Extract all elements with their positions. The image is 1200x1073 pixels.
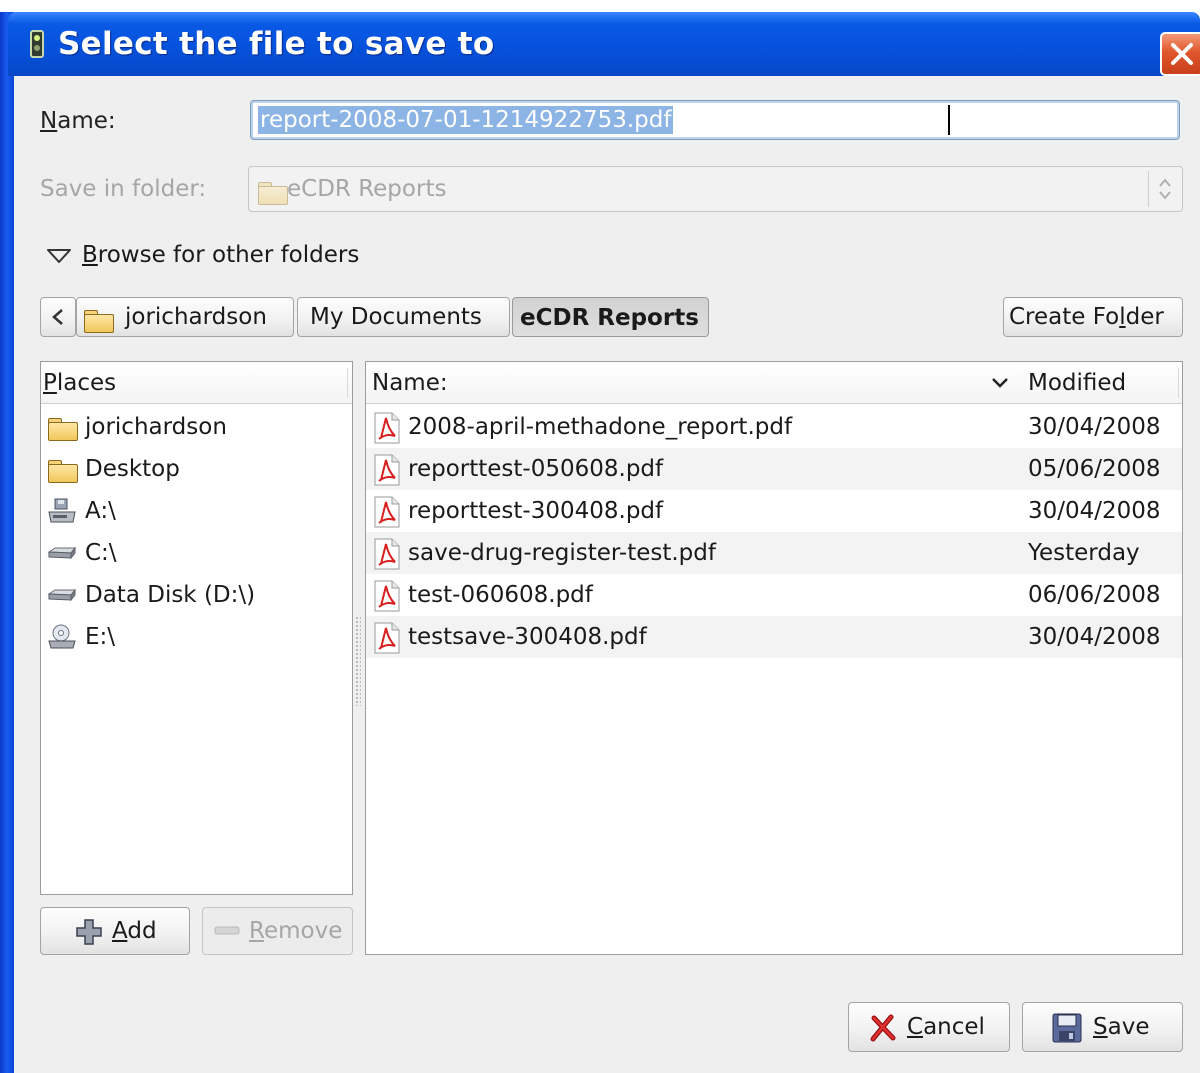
- save-in-folder-label: Save in folder:: [40, 176, 207, 202]
- cancel-button[interactable]: Cancel: [848, 1002, 1010, 1052]
- modified-column-label: Modified: [1028, 370, 1127, 396]
- expander-triangle-icon: [47, 249, 71, 263]
- pdf-file-icon: [374, 580, 400, 612]
- path-segment-ecdr-reports[interactable]: eCDR Reports: [512, 297, 709, 337]
- file-row[interactable]: 2008-april-methadone_report.pdf 30/04/20…: [366, 406, 1182, 448]
- window-title: Select the file to save to: [58, 26, 495, 62]
- folder-icon: [47, 414, 78, 441]
- place-item-desktop[interactable]: Desktop: [41, 448, 352, 490]
- file-name-input[interactable]: report-2008-07-01-1214922753.pdf: [250, 100, 1180, 140]
- path-segment-my-documents[interactable]: My Documents: [297, 297, 510, 337]
- name-column-label: Name:: [372, 370, 448, 396]
- place-item-label: E:\: [85, 624, 116, 650]
- name-column-header[interactable]: Name:: [366, 362, 1019, 404]
- hard-drive-icon: [47, 588, 77, 602]
- floppy-drive-icon: [48, 498, 76, 523]
- path-back-button[interactable]: [40, 297, 76, 337]
- dialog-body: Name: report-2008-07-01-1214922753.pdf S…: [14, 76, 1200, 1073]
- folder-icon: [257, 178, 288, 205]
- close-button[interactable]: [1160, 32, 1200, 76]
- path-segment-label: jorichardson: [125, 304, 267, 330]
- name-label: Name:: [40, 108, 116, 134]
- file-modified: 30/04/2008: [1028, 414, 1161, 440]
- create-folder-button[interactable]: Create Folder: [1003, 297, 1183, 337]
- place-item-c-drive[interactable]: C:\: [41, 532, 352, 574]
- hard-drive-icon: [47, 546, 77, 560]
- file-name: reporttest-050608.pdf: [408, 456, 664, 482]
- column-separator: [347, 368, 348, 398]
- pdf-file-icon: [374, 538, 400, 570]
- file-name-selected-text: report-2008-07-01-1214922753.pdf: [258, 106, 674, 134]
- cdrom-drive-icon: [48, 624, 76, 649]
- place-item-jorichardson[interactable]: jorichardson: [41, 406, 352, 448]
- text-caret: [948, 105, 950, 135]
- path-segment-label: My Documents: [310, 304, 482, 330]
- file-modified: 05/06/2008: [1028, 456, 1161, 482]
- place-item-data-disk[interactable]: Data Disk (D:\): [41, 574, 352, 616]
- place-item-label: A:\: [85, 498, 116, 524]
- cancel-x-icon: [870, 1014, 896, 1042]
- places-panel: Places jorichardson Desktop A:\ C:\ Data…: [40, 361, 353, 895]
- place-item-label: C:\: [85, 540, 117, 566]
- file-name: test-060608.pdf: [408, 582, 593, 608]
- title-bar[interactable]: Select the file to save to: [8, 12, 1200, 76]
- save-button[interactable]: Save: [1022, 1002, 1183, 1052]
- file-name: reporttest-300408.pdf: [408, 498, 664, 524]
- file-row[interactable]: save-drug-register-test.pdf Yesterday: [366, 532, 1182, 574]
- file-name: save-drug-register-test.pdf: [408, 540, 716, 566]
- places-header-label: Places: [43, 370, 117, 396]
- remove-place-label: Remove: [249, 918, 343, 944]
- place-item-label: jorichardson: [85, 414, 227, 440]
- pane-splitter[interactable]: [355, 616, 361, 706]
- file-name: 2008-april-methadone_report.pdf: [408, 414, 793, 440]
- pdf-file-icon: [374, 496, 400, 528]
- floppy-disk-icon: [1052, 1013, 1082, 1043]
- place-item-label: Desktop: [85, 456, 180, 482]
- file-name: testsave-300408.pdf: [408, 624, 647, 650]
- file-row[interactable]: reporttest-300408.pdf 30/04/2008: [366, 490, 1182, 532]
- file-row[interactable]: reporttest-050608.pdf 05/06/2008: [366, 448, 1182, 490]
- modified-column-header[interactable]: Modified: [1014, 362, 1182, 404]
- path-segment-label: eCDR Reports: [520, 305, 699, 331]
- file-row[interactable]: testsave-300408.pdf 30/04/2008: [366, 616, 1182, 658]
- cancel-label: Cancel: [907, 1014, 985, 1040]
- save-label: Save: [1093, 1014, 1150, 1040]
- add-place-label: Add: [112, 918, 157, 944]
- place-item-label: Data Disk (D:\): [85, 582, 256, 608]
- browse-folders-label: Browse for other folders: [82, 242, 360, 268]
- place-item-e-drive[interactable]: E:\: [41, 616, 352, 658]
- file-modified: Yesterday: [1028, 540, 1140, 566]
- create-folder-label: Create Folder: [1009, 304, 1164, 330]
- close-icon: [1171, 43, 1193, 65]
- save-in-folder-combo[interactable]: eCDR Reports: [248, 166, 1183, 212]
- file-row[interactable]: test-060608.pdf 06/06/2008: [366, 574, 1182, 616]
- pdf-file-icon: [374, 412, 400, 444]
- path-segment-jorichardson[interactable]: jorichardson: [76, 297, 294, 337]
- folder-icon: [47, 456, 78, 483]
- save-in-folder-value: eCDR Reports: [287, 176, 447, 202]
- minus-icon: [214, 926, 240, 935]
- file-modified: 30/04/2008: [1028, 498, 1161, 524]
- column-separator: [1178, 368, 1179, 398]
- places-header[interactable]: Places: [41, 362, 352, 404]
- combo-arrows-icon: [1159, 178, 1171, 200]
- sort-down-icon: [992, 378, 1008, 388]
- remove-place-button[interactable]: Remove: [202, 907, 353, 955]
- app-icon: [30, 30, 44, 58]
- folder-icon: [83, 306, 114, 333]
- window-left-border: [0, 12, 14, 1073]
- plus-icon: [76, 919, 102, 945]
- chevron-left-icon: [52, 309, 63, 325]
- place-item-a-drive[interactable]: A:\: [41, 490, 352, 532]
- pdf-file-icon: [374, 454, 400, 486]
- files-panel: Name: Modified 2008-april-methadone_repo…: [365, 361, 1183, 955]
- file-modified: 30/04/2008: [1028, 624, 1161, 650]
- combo-separator: [1148, 171, 1149, 207]
- pdf-file-icon: [374, 622, 400, 654]
- add-place-button[interactable]: Add: [40, 907, 190, 955]
- file-modified: 06/06/2008: [1028, 582, 1161, 608]
